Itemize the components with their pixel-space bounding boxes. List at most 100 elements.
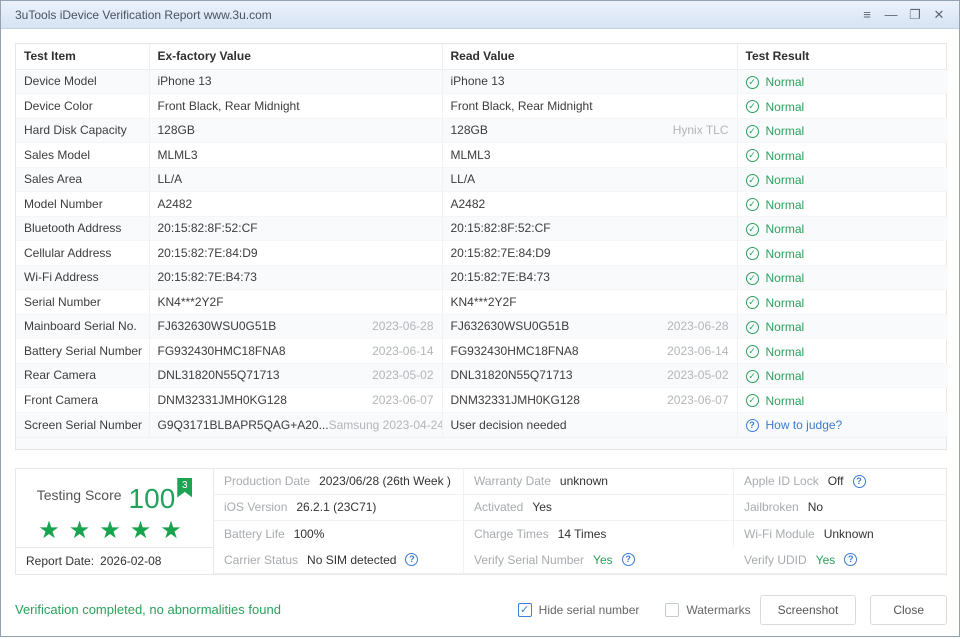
- read-value-note: Hynix TLC: [672, 123, 729, 138]
- test-result-cell: ? How to judge?: [737, 412, 948, 437]
- check-circle-icon: ✓: [745, 124, 759, 138]
- summary-cell: Verify UDID Yes ?: [734, 547, 946, 574]
- read-value-cell: DNM32331JMH0KG128 2023-06-07: [442, 387, 738, 413]
- summary-panel: Testing Score 100 3 ★★★★★ Report Date: 202…: [15, 467, 947, 575]
- ex-factory-cell: iPhone 13: [149, 69, 443, 94]
- help-icon[interactable]: ?: [852, 474, 866, 488]
- ex-factory-cell: DNL31820N55Q71713 2023-05-02: [149, 363, 443, 388]
- check-circle-icon: ✓: [745, 247, 759, 260]
- result-normal: ✓ Normal: [745, 246, 805, 261]
- read-value-cell: FJ632630WSU0G51B 2023-06-28: [442, 314, 738, 339]
- test-result-cell: ✓ Normal: [737, 191, 948, 217]
- read-value: FJ632630WSU0G51B: [450, 319, 570, 334]
- help-icon[interactable]: ?: [844, 553, 858, 567]
- ex-factory-cell: FG932430HMC18FNA8 2023-06-14: [149, 338, 443, 364]
- read-value-cell: 20:15:82:7E:B4:73: [442, 265, 738, 290]
- ex-factory-value: 20:15:82:8F:52:CF: [157, 221, 258, 236]
- col-header-ex-factory: Ex-factory Value: [149, 44, 443, 70]
- ex-factory-note: 2023-06-07: [372, 392, 434, 407]
- minimize-button[interactable]: —: [879, 4, 903, 26]
- ex-factory-note: 2023-06-28: [372, 319, 434, 334]
- table-row: Bluetooth Address 20:15:82:8F:52:CF 20:1…: [16, 216, 948, 241]
- result-normal: ✓ Normal: [745, 271, 804, 285]
- hide-serial-checkbox-group[interactable]: ✓ Hide serial number: [517, 602, 639, 617]
- menu-icon[interactable]: ≡: [855, 4, 879, 26]
- screenshot-button[interactable]: Screenshot: [759, 594, 857, 625]
- help-icon[interactable]: ?: [405, 553, 419, 567]
- result-normal: ✓ Normal: [745, 173, 805, 187]
- result-normal-label: Normal: [765, 222, 805, 236]
- col-header-test-item: Test Item: [16, 44, 150, 70]
- check-circle-icon: ✓: [745, 75, 759, 89]
- result-normal-label: Normal: [765, 173, 805, 187]
- summary-cell-value: Unknown: [823, 527, 874, 542]
- summary-cell: Warranty Date unknown: [464, 468, 734, 495]
- read-value: DNL31820N55Q71713: [450, 368, 573, 383]
- result-normal-label: Normal: [765, 124, 805, 138]
- ex-factory-cell: 20:15:82:7E:B4:73: [149, 265, 443, 290]
- table-row: Model Number A2482 A2482 ✓ Normal: [16, 191, 948, 217]
- result-normal: ✓ Normal: [745, 124, 805, 138]
- result-normal-label: Normal: [765, 344, 805, 359]
- read-value: FG932430HMC18FNA8: [450, 343, 579, 358]
- table-row: Hard Disk Capacity 128GB 128GB Hynix TLC: [16, 118, 948, 143]
- check-circle-icon: ✓: [745, 222, 759, 236]
- ex-factory-value: 20:15:82:7E:B4:73: [157, 270, 257, 285]
- read-value-cell: 20:15:82:7E:84:D9: [442, 240, 738, 266]
- summary-cell-value: 2023/06/28 (26th Week ): [319, 474, 451, 489]
- test-result-cell: ✓ Normal: [737, 363, 948, 388]
- read-value: 20:15:82:8F:52:CF: [450, 221, 551, 236]
- close-button[interactable]: Close: [870, 594, 947, 625]
- test-item-cell: Serial Number: [16, 289, 150, 315]
- summary-cell-value: 100%: [293, 527, 325, 542]
- result-normal-label: Normal: [765, 320, 805, 334]
- hide-serial-checkbox[interactable]: ✓: [517, 602, 532, 617]
- test-result-cell: ✓ Normal: [737, 338, 948, 364]
- testing-score-block: Testing Score 100 3 ★★★★★ Report Date: 202…: [16, 468, 214, 574]
- test-item-cell: Device Color: [16, 93, 150, 119]
- read-value: User decision needed: [450, 417, 567, 432]
- test-item-cell: Model Number: [16, 191, 150, 217]
- help-icon[interactable]: ?: [621, 553, 635, 567]
- test-item-cell: Wi-Fi Address: [16, 265, 150, 290]
- watermarks-checkbox-group[interactable]: ✓ Watermarks: [665, 602, 751, 617]
- check-circle-icon: ✓: [745, 369, 759, 383]
- result-normal-label: Normal: [765, 295, 805, 310]
- result-normal-label: Normal: [765, 246, 805, 261]
- test-item-cell: Device Model: [16, 69, 150, 94]
- read-value-note: 2023-06-14: [667, 343, 729, 358]
- testing-score-label: Testing Score: [36, 486, 122, 503]
- read-value: KN4***2Y2F: [450, 294, 517, 309]
- ex-factory-value: MLML3: [157, 147, 198, 162]
- ex-factory-cell: DNM32331JMH0KG128 2023-06-07: [149, 387, 443, 413]
- check-circle-icon: ✓: [745, 320, 759, 334]
- ex-factory-cell: 20:15:82:8F:52:CF: [149, 216, 443, 241]
- summary-cell: Production Date 2023/06/28 (26th Week ): [214, 468, 464, 495]
- summary-cell: Carrier Status No SIM detected ?: [214, 547, 464, 574]
- how-to-judge-link[interactable]: ? How to judge?: [745, 418, 842, 432]
- read-value: 20:15:82:7E:84:D9: [450, 245, 551, 260]
- read-value: A2482: [450, 196, 486, 211]
- watermarks-checkbox[interactable]: ✓: [665, 602, 680, 617]
- summary-cell-label: Wi-Fi Module: [744, 527, 815, 542]
- read-value: 128GB: [450, 123, 488, 138]
- close-window-button[interactable]: ✕: [927, 4, 951, 26]
- ex-factory-value: 128GB: [157, 123, 195, 138]
- report-date-value: 2026-02-08: [100, 553, 162, 568]
- read-value-cell: iPhone 13: [442, 69, 738, 94]
- result-normal: ✓ Normal: [745, 198, 804, 212]
- test-result-cell: ✓ Normal: [737, 387, 948, 413]
- table-row: Device Color Front Black, Rear Midnight …: [16, 93, 948, 119]
- summary-cell-value-green: Yes: [593, 552, 613, 567]
- check-circle-icon: ✓: [745, 296, 759, 309]
- ex-factory-value: DNM32331JMH0KG128: [157, 392, 287, 407]
- test-item-cell: Sales Area: [16, 167, 150, 192]
- test-result-cell: ✓ Normal: [737, 216, 948, 241]
- ex-factory-value: iPhone 13: [157, 74, 212, 89]
- restore-button[interactable]: ❐: [903, 4, 927, 26]
- summary-cell-value: unknown: [559, 474, 608, 489]
- check-icon: ✓: [520, 603, 530, 616]
- test-result-cell: ✓ Normal: [737, 314, 948, 339]
- ex-factory-cell: G9Q3171BLBAPR5QAG+A20... Samsung 2023-04…: [149, 412, 443, 437]
- ex-factory-cell: Front Black, Rear Midnight: [149, 93, 443, 119]
